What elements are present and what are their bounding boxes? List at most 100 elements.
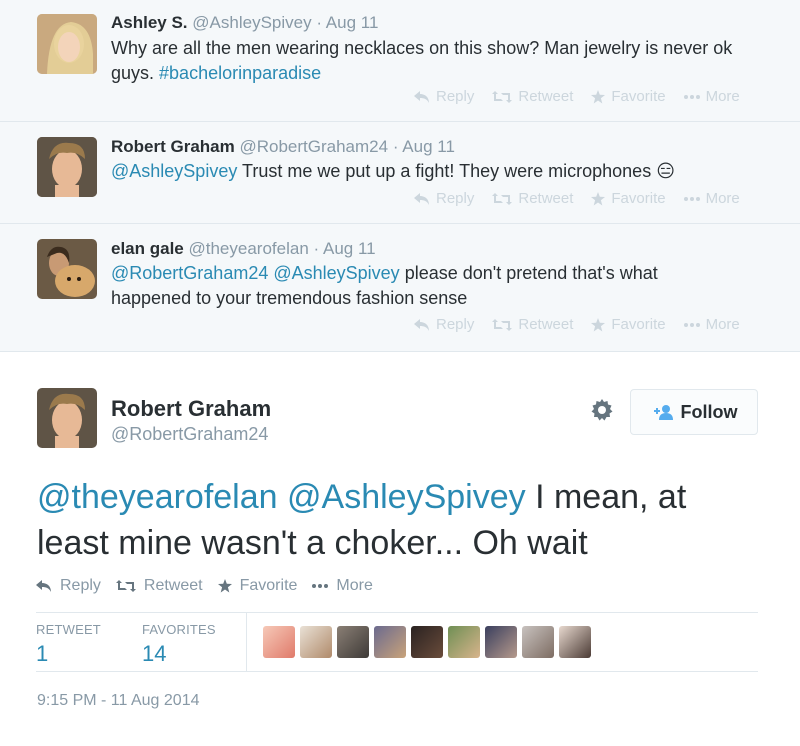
star-icon bbox=[591, 191, 606, 206]
retweet-button[interactable]: Retweet bbox=[492, 316, 573, 333]
retweet-label: Retweet bbox=[518, 316, 574, 333]
avatar[interactable] bbox=[37, 137, 97, 197]
timestamp-link[interactable]: Aug 11 bbox=[402, 137, 455, 156]
reply-tweet-1[interactable]: Ashley S. @AshleySpivey · Aug 11 Why are… bbox=[0, 0, 800, 122]
reply-button[interactable]: Reply bbox=[36, 577, 101, 595]
more-dots-icon bbox=[683, 196, 700, 201]
retweet-button[interactable]: Retweet bbox=[492, 88, 573, 105]
tweet-header: Robert Graham @RobertGraham24 · Aug 11 bbox=[111, 136, 455, 158]
retweet-icon bbox=[115, 580, 136, 592]
favorite-label: Favorite bbox=[611, 316, 666, 333]
tweet-header: Ashley S. @AshleySpivey · Aug 11 bbox=[111, 12, 378, 34]
favorite-label: Favorite bbox=[239, 577, 298, 594]
favorites-stat-label: FAVORITES bbox=[142, 622, 216, 637]
text-segment: I mean, at bbox=[525, 478, 687, 516]
username[interactable]: @AshleySpivey bbox=[192, 13, 311, 32]
retweet-label: Retweet bbox=[518, 88, 574, 105]
retweet-stat[interactable]: RETWEET 1 bbox=[36, 622, 101, 667]
reply-icon bbox=[36, 580, 52, 592]
favorite-button[interactable]: Favorite bbox=[217, 577, 298, 595]
favoriter-avatars bbox=[263, 626, 596, 658]
reply-button[interactable]: Reply bbox=[414, 316, 474, 333]
username[interactable]: @theyearofelan bbox=[189, 239, 309, 258]
timestamp-link[interactable]: Aug 11 bbox=[323, 239, 376, 258]
text-segment: Trust me we put up a fight! They were mi… bbox=[237, 161, 657, 181]
favoriter-avatar[interactable] bbox=[559, 626, 591, 658]
favoriter-avatar[interactable] bbox=[485, 626, 517, 658]
tweet-actions: Reply Retweet Favorite More bbox=[414, 190, 740, 207]
reply-icon bbox=[414, 318, 430, 331]
username[interactable]: @RobertGraham24 bbox=[239, 137, 388, 156]
favoriter-avatar[interactable] bbox=[300, 626, 332, 658]
separator-dot: · bbox=[392, 137, 399, 156]
text-segment: Why are all the men wearing necklaces on… bbox=[111, 38, 733, 58]
tweet-actions: Reply Retweet Favorite More bbox=[36, 577, 388, 595]
timestamp-link[interactable]: Aug 11 bbox=[326, 13, 379, 32]
retweet-icon bbox=[492, 318, 513, 331]
favoriter-avatar[interactable] bbox=[448, 626, 480, 658]
favoriter-avatar[interactable] bbox=[411, 626, 443, 658]
mention-link[interactable]: @AshleySpivey bbox=[273, 263, 399, 283]
tweet-text: @theyearofelan @AshleySpivey I mean, at … bbox=[37, 474, 767, 566]
favorite-button[interactable]: Favorite bbox=[591, 190, 666, 207]
reply-button[interactable]: Reply bbox=[414, 190, 474, 207]
reply-label: Reply bbox=[436, 88, 475, 105]
hashtag-link[interactable]: #bachelorinparadise bbox=[159, 63, 321, 83]
more-label: More bbox=[336, 577, 373, 594]
tweet-text: @AshleySpivey Trust me we put up a fight… bbox=[111, 159, 771, 184]
retweet-label: Retweet bbox=[143, 577, 203, 594]
gear-icon[interactable] bbox=[590, 398, 614, 427]
favorite-button[interactable]: Favorite bbox=[591, 316, 666, 333]
star-icon bbox=[591, 89, 606, 104]
mention-link[interactable]: @RobertGraham24 bbox=[111, 263, 268, 283]
retweet-button[interactable]: Retweet bbox=[492, 190, 573, 207]
fullname[interactable]: Ashley S. bbox=[111, 13, 188, 32]
more-button[interactable]: More bbox=[683, 190, 740, 207]
favoriter-avatar[interactable] bbox=[337, 626, 369, 658]
reply-button[interactable]: Reply bbox=[414, 88, 474, 105]
avatar[interactable] bbox=[37, 14, 97, 74]
mention-link[interactable]: @AshleySpivey bbox=[111, 161, 237, 181]
reply-tweet-2[interactable]: Robert Graham @RobertGraham24 · Aug 11 @… bbox=[0, 122, 800, 224]
mention-link[interactable]: @AshleySpivey bbox=[287, 478, 526, 516]
retweet-icon bbox=[492, 90, 513, 103]
tweet-header: elan gale @theyearofelan · Aug 11 bbox=[111, 238, 376, 260]
follow-button[interactable]: Follow bbox=[630, 389, 758, 435]
more-dots-icon bbox=[312, 584, 329, 588]
retweet-count: 1 bbox=[36, 641, 49, 666]
avatar[interactable] bbox=[37, 239, 97, 299]
username[interactable]: @RobertGraham24 bbox=[111, 424, 268, 445]
retweet-button[interactable]: Retweet bbox=[115, 577, 203, 595]
favorite-label: Favorite bbox=[611, 190, 666, 207]
fullname[interactable]: Robert Graham bbox=[111, 396, 271, 422]
reply-tweet-3[interactable]: elan gale @theyearofelan · Aug 11 @Rober… bbox=[0, 224, 800, 352]
fullname[interactable]: elan gale bbox=[111, 239, 184, 258]
tweet-text: @RobertGraham24 @AshleySpivey please don… bbox=[111, 261, 771, 311]
favorite-button[interactable]: Favorite bbox=[591, 88, 666, 105]
favoriter-avatar[interactable] bbox=[263, 626, 295, 658]
favoriter-avatar[interactable] bbox=[374, 626, 406, 658]
more-label: More bbox=[705, 88, 740, 105]
favoriter-avatar[interactable] bbox=[522, 626, 554, 658]
more-button[interactable]: More bbox=[312, 577, 373, 595]
reply-icon bbox=[414, 90, 430, 103]
more-button[interactable]: More bbox=[683, 88, 740, 105]
reply-label: Reply bbox=[60, 577, 101, 594]
expressionless-emoji: 😑 bbox=[656, 161, 675, 181]
tweet-text: Why are all the men wearing necklaces on… bbox=[111, 36, 771, 86]
follow-person-icon bbox=[651, 404, 673, 420]
mention-link[interactable]: @theyearofelan bbox=[37, 478, 278, 516]
favorites-stat[interactable]: FAVORITES 14 bbox=[142, 622, 216, 667]
more-button[interactable]: More bbox=[683, 316, 740, 333]
tweet-timestamp[interactable]: 9:15 PM - 11 Aug 2014 bbox=[37, 692, 199, 710]
star-icon bbox=[591, 317, 606, 332]
tweet-actions: Reply Retweet Favorite More bbox=[414, 88, 740, 105]
text-segment: guys. bbox=[111, 63, 160, 83]
more-label: More bbox=[705, 316, 740, 333]
avatar[interactable] bbox=[37, 388, 97, 448]
star-icon bbox=[217, 579, 232, 593]
divider bbox=[36, 612, 758, 613]
fullname[interactable]: Robert Graham bbox=[111, 137, 235, 156]
reply-label: Reply bbox=[436, 316, 475, 333]
more-label: More bbox=[705, 190, 740, 207]
